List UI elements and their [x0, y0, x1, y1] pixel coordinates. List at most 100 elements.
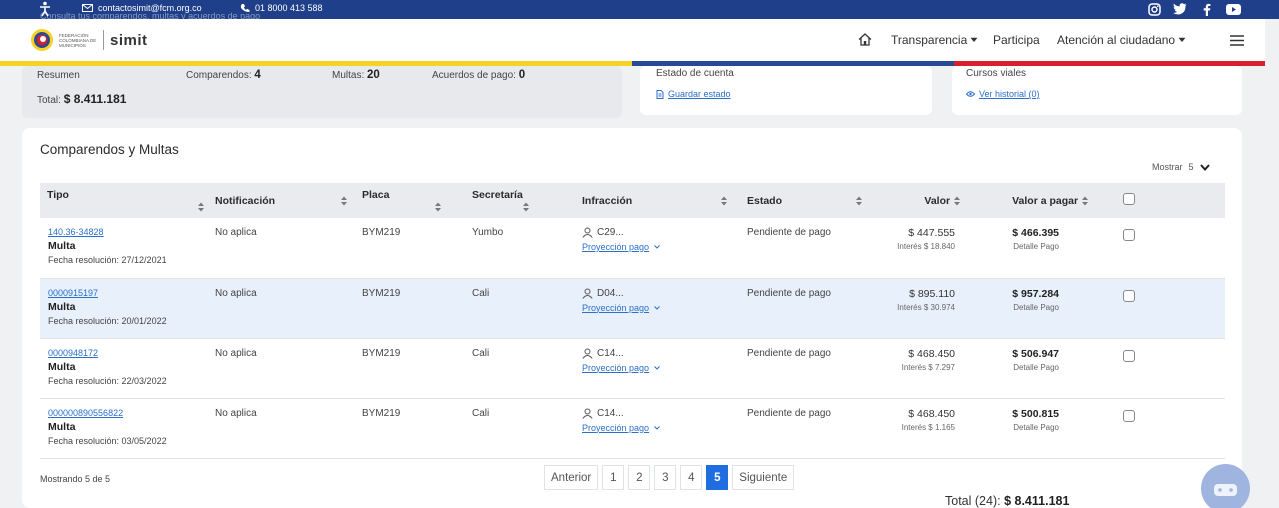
twitter-icon[interactable] [1172, 1, 1188, 17]
cell-infraccion: C14... Proyección pago [582, 338, 747, 399]
fcm-simit-logo[interactable]: Federación Colombiana de Municipios simi… [30, 28, 148, 52]
sort-icon [523, 202, 529, 212]
row-checkbox[interactable] [1123, 409, 1135, 422]
row-checkbox[interactable] [1123, 229, 1135, 241]
cell-secretaria: Yumbo [472, 218, 582, 279]
proyeccion-pago-link[interactable]: Proyección pago [582, 303, 747, 313]
nav-transparencia-label: Transparencia [891, 33, 968, 47]
chevron-down-icon [654, 305, 660, 310]
proyeccion-pago-link[interactable]: Proyección pago [582, 363, 747, 373]
infraccion-code[interactable]: C29... [582, 227, 747, 238]
nav-participa[interactable]: Participa [993, 33, 1040, 47]
eye-icon [966, 91, 975, 97]
proyeccion-pago-link[interactable]: Proyección pago [582, 423, 747, 433]
logo-org-name: Federación Colombiana de Municipios [59, 32, 97, 48]
detalle-pago-link[interactable]: Detalle Pago [967, 303, 1059, 312]
proyeccion-pago-text: Proyección pago [582, 362, 650, 373]
contact-phone[interactable]: 01 8000 413 588 [240, 3, 323, 13]
cell-interes: Interés $ 7.297 [901, 362, 955, 372]
guardar-estado-link[interactable]: Guardar estado [656, 89, 731, 99]
col-valor[interactable]: Valor [867, 183, 967, 218]
col-notificacion-label: Notificación [215, 194, 276, 207]
facebook-icon[interactable] [1199, 1, 1215, 17]
pagination-siguiente[interactable]: Siguiente [732, 465, 795, 490]
instagram-icon[interactable] [1146, 1, 1162, 17]
document-icon [656, 89, 664, 99]
table-row: 0000915197 Multa Fecha resolución: 20/01… [40, 278, 1225, 339]
ver-historial-text: Ver historial (0) [979, 89, 1040, 99]
cell-estado: Pendiente de pago [747, 398, 867, 459]
col-tipo[interactable]: Tipo [40, 183, 215, 218]
infraccion-code[interactable]: D04... [582, 288, 747, 299]
mostrar-select[interactable]: Mostrar 5 [1152, 162, 1210, 172]
col-estado[interactable]: Estado [747, 183, 867, 218]
comparendo-id-link[interactable]: 0000948172 [48, 348, 215, 358]
row-checkbox[interactable] [1123, 349, 1135, 362]
nav-atencion[interactable]: Atención al ciudadano [1057, 33, 1186, 47]
col-valor-pagar[interactable]: Valor a pagar [967, 183, 1097, 218]
summary-multas-label: Multas: [332, 70, 365, 81]
cell-tipo-value: Multa [48, 360, 76, 373]
menu-icon[interactable] [1230, 35, 1244, 46]
detalle-pago-link[interactable]: Detalle Pago [967, 242, 1059, 251]
col-infraccion[interactable]: Infracción [582, 183, 747, 218]
col-secretaria[interactable]: Secretaría [472, 183, 582, 218]
comparendo-id-link[interactable]: 140.36-34828 [48, 227, 215, 237]
select-all-checkbox[interactable] [1123, 193, 1135, 205]
sort-icon [1082, 196, 1088, 206]
col-estado-label: Estado [747, 194, 783, 207]
nav-transparencia[interactable]: Transparencia [891, 33, 978, 47]
cell-valor: $ 468.450 Interés $ 1.165 [867, 398, 967, 459]
nav-atencion-label: Atención al ciudadano [1057, 33, 1176, 47]
chevron-down-icon [654, 425, 660, 430]
col-valor-label: Valor [924, 194, 951, 207]
col-select-all [1097, 183, 1225, 218]
main-navbar: Federación Colombiana de Municipios simi… [0, 19, 1265, 61]
logo-divider [103, 30, 104, 50]
estado-cuenta-title: Estado de cuenta [656, 68, 734, 79]
pagination-anterior[interactable]: Anterior [544, 465, 599, 490]
pagination-page-4[interactable]: 4 [680, 465, 703, 490]
pagination-page-1[interactable]: 1 [602, 465, 625, 490]
summary-total-value: $ 8.411.181 [63, 92, 127, 106]
col-placa[interactable]: Placa [362, 183, 472, 218]
infraccion-code[interactable]: C14... [582, 408, 747, 419]
proyeccion-pago-link[interactable]: Proyección pago [582, 242, 747, 252]
mostrar-label: Mostrar [1152, 162, 1183, 172]
mail-icon [82, 4, 93, 12]
cell-valor-pagar: $ 957.284 Detalle Pago [967, 278, 1097, 339]
cell-valor-pagar: $ 466.395 Detalle Pago [967, 218, 1097, 279]
cell-valor-pagar-amount: $ 500.815 [1012, 407, 1059, 420]
comparendo-id-link[interactable]: 0000915197 [48, 288, 215, 298]
detalle-pago-link[interactable]: Detalle Pago [967, 363, 1059, 372]
youtube-icon[interactable] [1225, 1, 1241, 17]
comparendo-id-link[interactable]: 000000890556822 [48, 408, 215, 418]
row-checkbox[interactable] [1123, 289, 1135, 302]
cell-secretaria: Cali [472, 338, 582, 399]
cell-tipo-value: Multa [48, 240, 76, 252]
cell-interes: Interés $ 18.840 [897, 242, 955, 251]
cell-fecha: Fecha resolución: 27/12/2021 [48, 255, 167, 265]
pagination-page-2[interactable]: 2 [628, 465, 651, 490]
contact-email[interactable]: contactosimit@fcm.org.co [82, 3, 202, 13]
table-row: 140.36-34828 Multa Fecha resolución: 27/… [40, 218, 1225, 279]
contact-email-text: contactosimit@fcm.org.co [98, 3, 202, 13]
cell-valor: $ 895.110 Interés $ 30.974 [867, 278, 967, 339]
phone-icon [240, 4, 250, 13]
cursos-viales-card: Cursos viales Ver historial (0) [952, 66, 1242, 115]
footer-total-value: $ 8.411.181 [1004, 494, 1070, 508]
col-notificacion[interactable]: Notificación [215, 183, 362, 218]
summary-acuerdos: Acuerdos de pago: 0 [432, 69, 525, 81]
pagination-page-3[interactable]: 3 [654, 465, 677, 490]
ver-historial-link[interactable]: Ver historial (0) [966, 89, 1040, 99]
pagination-page-5[interactable]: 5 [706, 465, 729, 490]
chatbot-icon[interactable] [1201, 464, 1250, 508]
cell-valor-amount: $ 447.555 [908, 227, 955, 239]
cell-placa: BYM219 [362, 398, 472, 459]
accessibility-icon[interactable] [38, 1, 52, 17]
cell-valor: $ 447.555 Interés $ 18.840 [867, 218, 967, 279]
section-title: Comparendos y Multas [40, 142, 179, 157]
infraccion-code[interactable]: C14... [582, 348, 747, 359]
home-icon[interactable] [858, 33, 872, 46]
detalle-pago-link[interactable]: Detalle Pago [967, 423, 1059, 432]
